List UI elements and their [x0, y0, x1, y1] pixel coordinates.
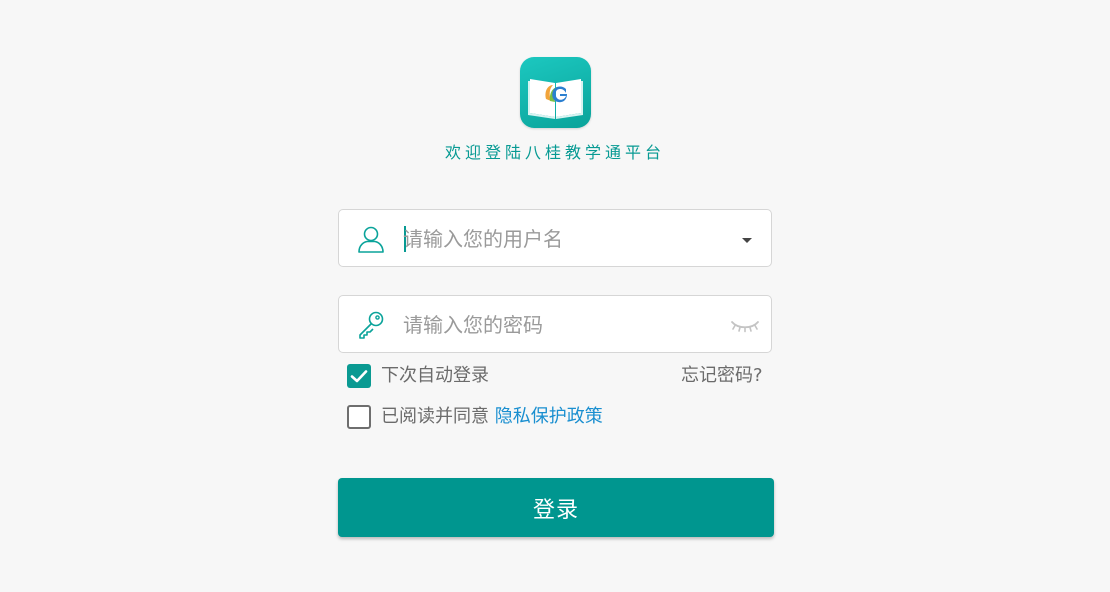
agree-prefix[interactable]: 已阅读并同意	[381, 406, 489, 427]
welcome-title: 欢迎登陆八桂教学通平台	[444, 143, 665, 162]
username-field-container[interactable]	[338, 209, 772, 267]
forgot-password-link[interactable]: 忘记密码?	[681, 364, 763, 388]
key-icon	[356, 310, 386, 340]
username-input[interactable]	[403, 222, 723, 256]
auto-login-checkbox[interactable]	[347, 364, 371, 388]
user-icon	[356, 224, 386, 254]
book-logo-icon	[520, 57, 591, 128]
agree-row: 已阅读并同意 隐私保护政策	[347, 405, 767, 429]
check-icon	[350, 370, 368, 383]
password-input[interactable]	[403, 308, 723, 342]
login-button[interactable]: 登录	[338, 478, 774, 537]
agree-label: 已阅读并同意 隐私保护政策	[381, 405, 603, 429]
privacy-policy-link[interactable]: 隐私保护政策	[495, 406, 603, 427]
caret-down-icon[interactable]	[737, 230, 757, 250]
agree-checkbox[interactable]	[347, 405, 371, 429]
auto-login-label[interactable]: 下次自动登录	[381, 364, 489, 388]
password-field-container[interactable]	[338, 295, 772, 353]
login-page: 欢迎登陆八桂教学通平台 请输入您的用户名 下次自动登录 忘记密码? 已阅读并同意…	[0, 0, 1110, 592]
eye-closed-icon[interactable]	[729, 314, 761, 336]
